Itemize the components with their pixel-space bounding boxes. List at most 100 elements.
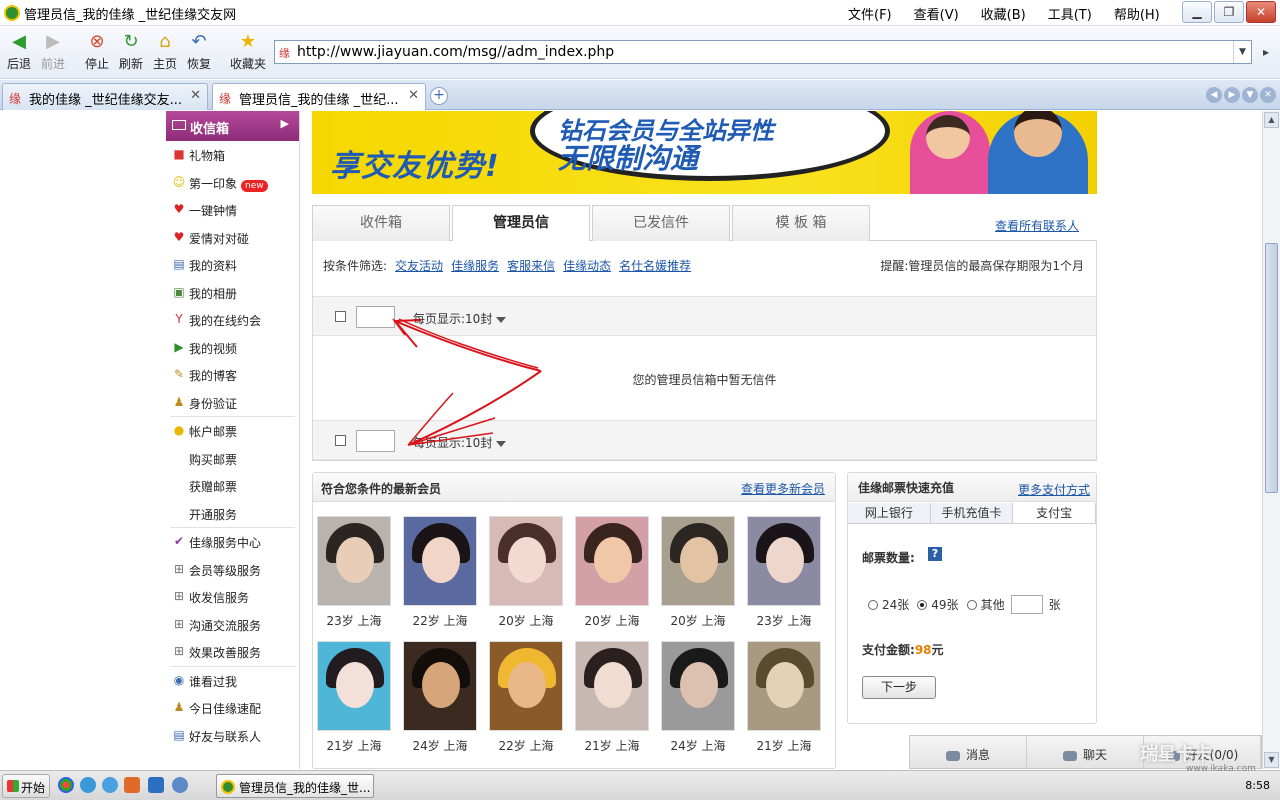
member-photo[interactable]: [747, 516, 821, 606]
tab-alipay[interactable]: 支付宝: [1013, 503, 1097, 523]
page-scrollbar[interactable]: ▲ ▼: [1262, 111, 1280, 769]
sidebar-item-first-impression[interactable]: ☺ 第一印象 new: [166, 169, 299, 197]
member-photo[interactable]: [661, 516, 735, 606]
start-button[interactable]: 开始: [2, 774, 50, 798]
sidebar-item-communication[interactable]: ⊞ 沟通交流服务: [166, 611, 299, 639]
tab-templates[interactable]: 模 板 箱: [732, 205, 870, 241]
sidebar-item-open-service[interactable]: 开通服务: [166, 500, 299, 528]
option-other-radio[interactable]: [966, 599, 977, 610]
menu-help[interactable]: 帮助(H): [1114, 4, 1160, 23]
messages-button[interactable]: 消息: [910, 736, 1027, 768]
go-button[interactable]: ▸: [1256, 41, 1276, 63]
menu-view[interactable]: 查看(V): [914, 4, 959, 23]
view-all-contacts-link[interactable]: 查看所有联系人: [995, 217, 1079, 234]
sidebar-item-online-dating[interactable]: Y 我的在线约会: [166, 306, 299, 334]
member-photo[interactable]: [747, 641, 821, 731]
next-step-button[interactable]: 下一步: [862, 676, 936, 699]
sidebar-item-gifts[interactable]: ■ 礼物箱: [166, 141, 299, 169]
per-page-select[interactable]: 每页显示:10封: [413, 310, 507, 327]
filter-link-recommend[interactable]: 名仕名媛推荐: [619, 259, 691, 273]
sidebar-item-account-stamps[interactable]: ● 帐户邮票: [166, 417, 299, 445]
filter-link-service[interactable]: 佳缘服务: [451, 259, 499, 273]
browser-tab-1[interactable]: 缘 我的佳缘 _世纪佳缘交友... ✕: [2, 83, 208, 110]
option-24-radio[interactable]: [868, 599, 878, 610]
member-photo[interactable]: [489, 641, 563, 731]
sidebar-item-love-at-first-sight[interactable]: ♥ 一键钟情: [166, 196, 299, 224]
browser-quicklaunch-icon[interactable]: [102, 777, 118, 793]
promo-banner[interactable]: 钻石会员与全站异性 无限制沟通 享交友优势!: [312, 111, 1097, 194]
favorites-button[interactable]: ★ 收藏夹: [228, 31, 268, 72]
page-number-input[interactable]: [356, 430, 395, 452]
member-photo[interactable]: [661, 641, 735, 731]
select-all-checkbox[interactable]: [335, 311, 346, 322]
menu-tools[interactable]: 工具(T): [1048, 4, 1092, 23]
filter-link-support[interactable]: 客服来信: [507, 259, 555, 273]
help-icon[interactable]: ?: [928, 547, 942, 561]
expand-plus-icon[interactable]: ⊞: [172, 562, 186, 576]
menu-file[interactable]: 文件(F): [848, 4, 892, 23]
minimize-button[interactable]: ▁: [1182, 1, 1212, 23]
member-card[interactable]: 20岁 上海: [574, 516, 650, 629]
member-card[interactable]: 23岁 上海: [746, 516, 822, 629]
member-photo[interactable]: [317, 641, 391, 731]
filter-link-news[interactable]: 佳缘动态: [563, 259, 611, 273]
sidebar-header-inbox[interactable]: 收信箱 ▶: [166, 111, 299, 141]
member-card[interactable]: 21岁 上海: [574, 641, 650, 754]
sidebar-item-buy-stamps[interactable]: 购买邮票: [166, 445, 299, 473]
member-card[interactable]: 22岁 上海: [402, 516, 478, 629]
tab-admin-mail[interactable]: 管理员信: [452, 205, 590, 242]
filter-link-events[interactable]: 交友活动: [395, 259, 443, 273]
tab-close-icon[interactable]: ✕: [408, 88, 419, 103]
member-photo[interactable]: [575, 516, 649, 606]
browser-tab-2[interactable]: 缘 管理员信_我的佳缘 _世纪... ✕: [212, 83, 426, 110]
tab-list-icon[interactable]: ▼: [1242, 87, 1258, 103]
member-card[interactable]: 21岁 上海: [316, 641, 392, 754]
member-card[interactable]: 24岁 上海: [660, 641, 736, 754]
other-quantity-input[interactable]: [1010, 595, 1043, 614]
member-card[interactable]: 21岁 上海: [746, 641, 822, 754]
mail-quicklaunch-icon[interactable]: [172, 777, 188, 793]
menu-favorites[interactable]: 收藏(B): [981, 4, 1026, 23]
address-dropdown-icon[interactable]: ▼: [1233, 41, 1251, 63]
address-url[interactable]: http://www.jiayuan.com/msg//adm_index.ph…: [297, 44, 614, 60]
scroll-down-icon[interactable]: ▼: [1264, 752, 1279, 768]
more-members-link[interactable]: 查看更多新会员: [741, 480, 825, 497]
window-quicklaunch-icon[interactable]: [148, 777, 164, 793]
new-tab-plus-icon[interactable]: +: [430, 87, 448, 105]
sidebar-item-who-viewed-me[interactable]: ◉ 谁看过我: [166, 667, 299, 695]
sidebar-item-love-match[interactable]: ♥ 爱情对对碰: [166, 224, 299, 252]
tab-sent[interactable]: 已发信件: [592, 205, 730, 241]
ie-quicklaunch-icon[interactable]: [80, 777, 96, 793]
close-window-button[interactable]: ✕: [1246, 1, 1276, 23]
member-photo[interactable]: [489, 516, 563, 606]
chrome-quicklaunch-icon[interactable]: [58, 777, 74, 793]
sidebar-item-service-center[interactable]: ✔ 佳缘服务中心: [166, 528, 299, 556]
sidebar-item-member-level[interactable]: ⊞ 会员等级服务: [166, 556, 299, 584]
member-card[interactable]: 20岁 上海: [660, 516, 736, 629]
home-button[interactable]: ⌂ 主页: [148, 31, 182, 72]
tab-inbox[interactable]: 收件箱: [312, 205, 450, 241]
scrollbar-thumb[interactable]: [1265, 243, 1278, 493]
sidebar-item-my-album[interactable]: ▣ 我的相册: [166, 279, 299, 307]
stop-button[interactable]: ⊗ 停止: [80, 31, 114, 72]
forward-button[interactable]: ▶ 前进: [36, 31, 70, 72]
more-payment-methods-link[interactable]: 更多支付方式: [1018, 481, 1090, 498]
scroll-up-icon[interactable]: ▲: [1264, 112, 1279, 128]
sidebar-item-my-profile[interactable]: ▤ 我的资料: [166, 251, 299, 279]
sidebar-item-mail-service[interactable]: ⊞ 收发信服务: [166, 583, 299, 611]
restore-button[interactable]: ↶ 恢复: [182, 31, 216, 72]
member-photo[interactable]: [403, 641, 477, 731]
tab-scroll-left-icon[interactable]: ◀: [1206, 87, 1222, 103]
sidebar-item-daily-match[interactable]: ♟ 今日佳缘速配: [166, 694, 299, 722]
member-card[interactable]: 22岁 上海: [488, 641, 564, 754]
sidebar-item-my-blog[interactable]: ✎ 我的博客: [166, 361, 299, 389]
expand-plus-icon[interactable]: ⊞: [172, 617, 186, 631]
select-all-checkbox[interactable]: [335, 435, 346, 446]
tab-close-all-icon[interactable]: ✕: [1260, 87, 1276, 103]
sidebar-item-friends-contacts[interactable]: ▤ 好友与联系人: [166, 722, 299, 750]
sidebar-item-gifted-stamps[interactable]: 获赠邮票: [166, 472, 299, 500]
tab-mobile-card[interactable]: 手机充值卡: [931, 503, 1014, 523]
maximize-button[interactable]: ❐: [1214, 1, 1244, 23]
member-photo[interactable]: [403, 516, 477, 606]
app-quicklaunch-icon[interactable]: [124, 777, 140, 793]
